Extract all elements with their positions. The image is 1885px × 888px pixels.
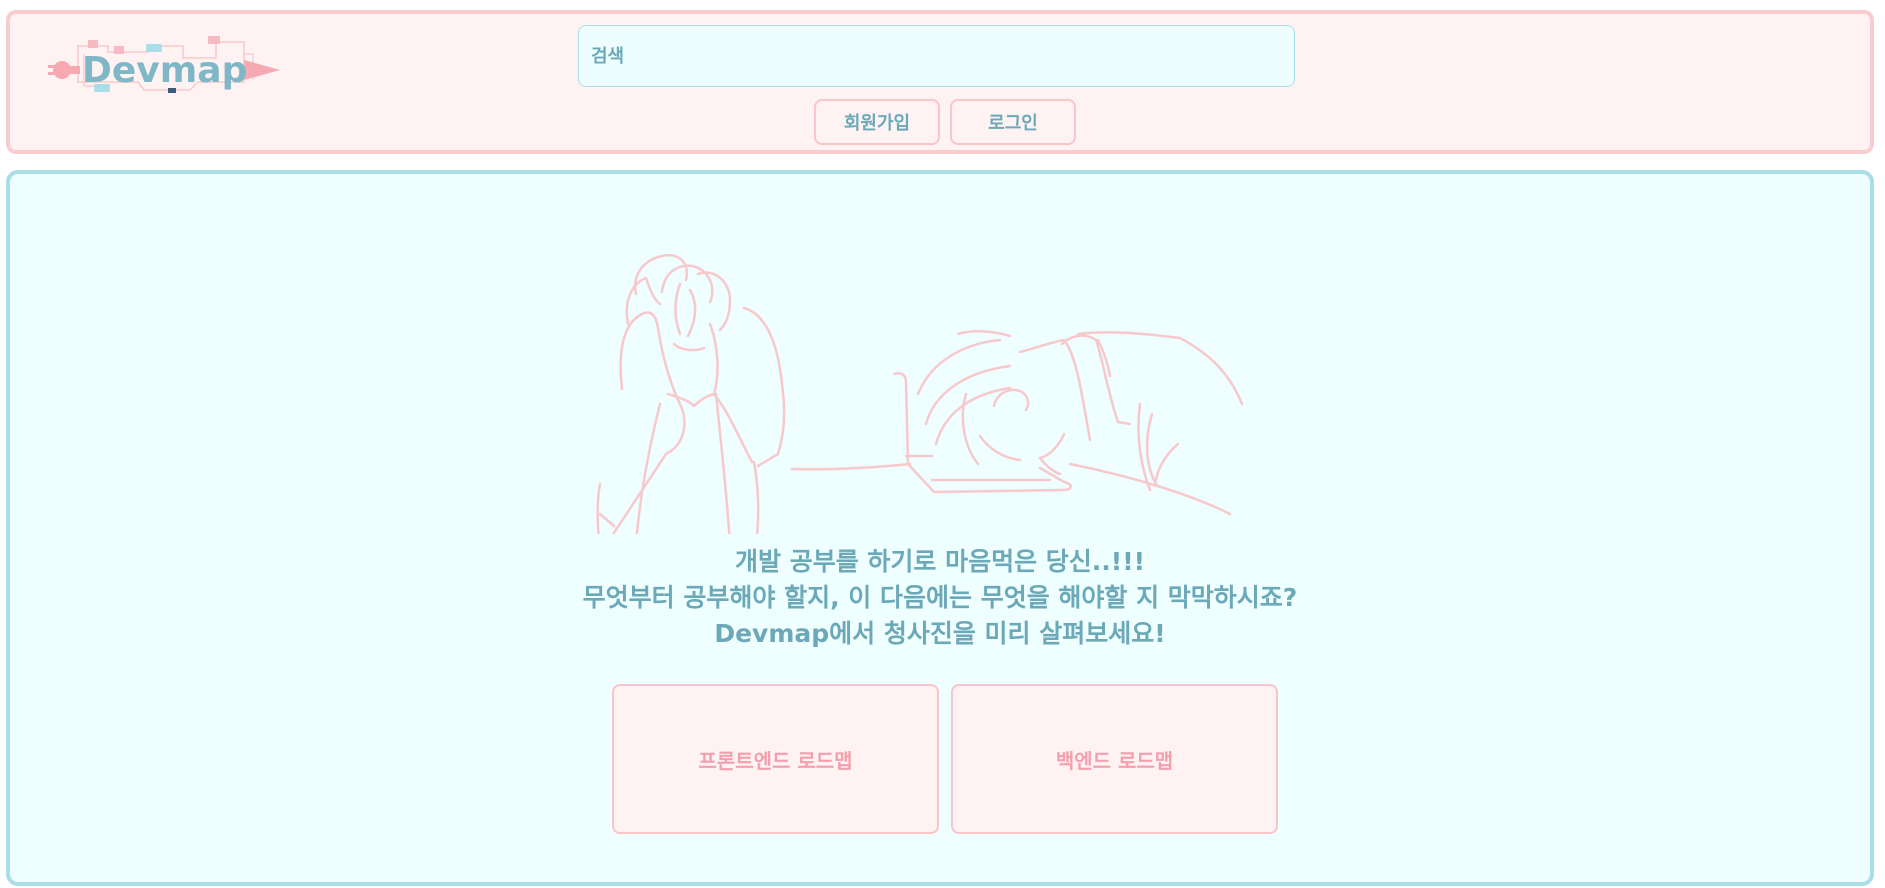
frontend-roadmap-label: 프론트엔드 로드맵 [698,748,853,773]
main-content: 개발 공부를 하기로 마음먹은 당신..!!! 무엇부터 공부해야 할지, 이 … [6,170,1874,886]
backend-roadmap-label: 백엔드 로드맵 [1055,748,1174,773]
logo-circuit-icon: Devmap [48,36,280,93]
login-button[interactable]: 로그인 [950,99,1076,145]
frontend-roadmap-card[interactable]: 프론트엔드 로드맵 [612,684,939,834]
logo-text: Devmap [82,50,247,91]
intro-line: 무엇부터 공부해야 할지, 이 다음에는 무엇을 해야할 지 막막하시죠? [582,583,1298,612]
intro-line: Devmap에서 청사진을 미리 살펴보세요! [714,619,1166,648]
intro-line: 개발 공부를 하기로 마음먹은 당신..!!! [734,547,1145,576]
intro-text: 개발 공부를 하기로 마음먹은 당신..!!! 무엇부터 공부해야 할지, 이 … [10,544,1870,652]
site-header: Devmap 회원가입 로그인 [6,10,1874,154]
devmap-logo[interactable]: Devmap [48,24,288,104]
signup-button-label: 회원가입 [843,113,911,134]
search-input[interactable] [578,25,1295,87]
login-button-label: 로그인 [988,113,1038,134]
stressed-developers-illustration [596,253,1244,534]
signup-button[interactable]: 회원가입 [814,99,940,145]
backend-roadmap-card[interactable]: 백엔드 로드맵 [951,684,1278,834]
